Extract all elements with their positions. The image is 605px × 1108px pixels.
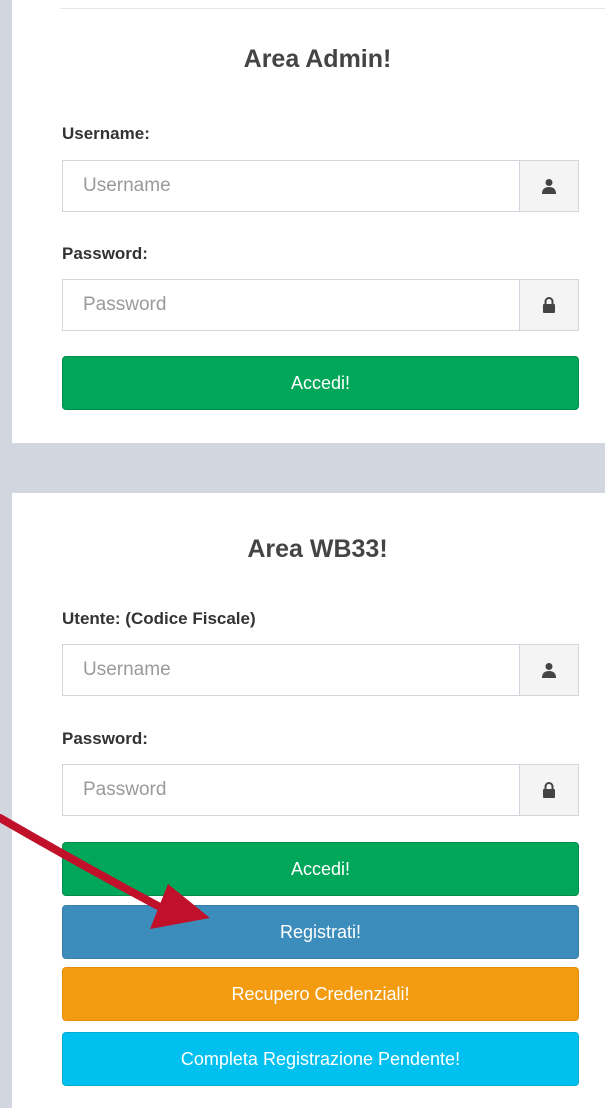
wb33-title: Area WB33! (247, 535, 388, 563)
lock-icon (519, 765, 578, 815)
wb33-user-label: Utente: (Codice Fiscale) (62, 609, 256, 628)
admin-username-group (62, 160, 579, 212)
user-icon (519, 161, 578, 211)
complete-registration-button[interactable]: Completa Registrazione Pendente! (62, 1032, 579, 1086)
user-icon (519, 645, 578, 695)
admin-title: Area Admin! (243, 45, 392, 73)
wb33-password-group (62, 764, 579, 816)
admin-password-label: Password: (62, 244, 148, 263)
left-sidebar-edge (0, 0, 12, 1108)
admin-username-label: Username: (62, 124, 150, 143)
lock-icon (519, 280, 578, 330)
register-button[interactable]: Registrati! (62, 905, 579, 959)
wb33-username-input[interactable] (63, 645, 519, 695)
recover-credentials-button[interactable]: Recupero Credenziali! (62, 967, 579, 1021)
admin-password-input[interactable] (63, 280, 519, 330)
admin-login-button[interactable]: Accedi! (62, 356, 579, 410)
wb33-password-label: Password: (62, 729, 148, 748)
wb33-login-button[interactable]: Accedi! (62, 842, 579, 896)
admin-password-group (62, 279, 579, 331)
admin-login-panel: Area Admin! Username: Password: Accedi! (30, 0, 605, 443)
wb33-username-group (62, 644, 579, 696)
panel-separator (12, 443, 605, 493)
wb33-login-panel: Area WB33! Utente: (Codice Fiscale) Pass… (30, 493, 605, 1108)
panel-top-border (60, 8, 605, 9)
admin-username-input[interactable] (63, 161, 519, 211)
wb33-password-input[interactable] (63, 765, 519, 815)
